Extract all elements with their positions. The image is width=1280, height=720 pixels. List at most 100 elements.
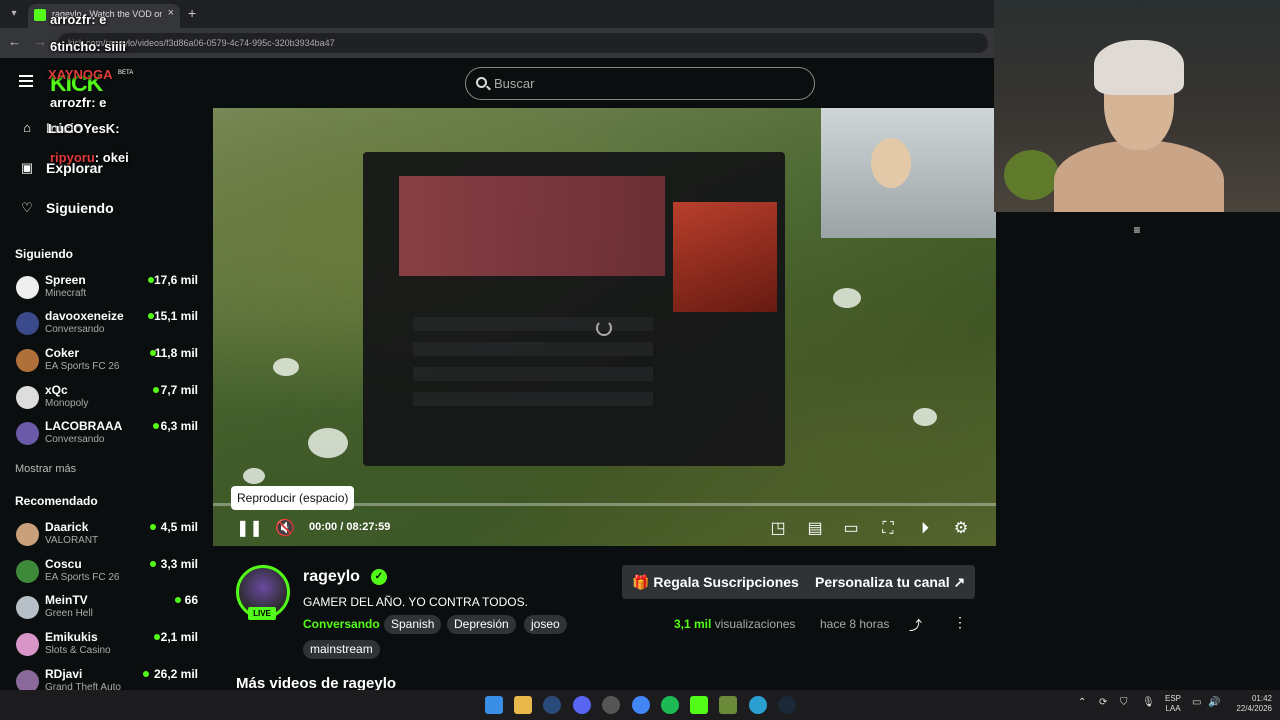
channel-category: Green Hell: [45, 608, 93, 619]
chat-text: e: [99, 12, 107, 27]
screen-row: [413, 317, 653, 331]
url-field[interactable]: kick.com/rageylo/videos/f3d86a06-0579-4c…: [58, 33, 988, 53]
following-channel[interactable]: Spreen Minecraft 17,6 mil: [0, 272, 213, 308]
tag-chip[interactable]: Spanish: [384, 615, 442, 634]
more-options-icon[interactable]: ⋮: [953, 614, 967, 631]
tag-chip[interactable]: Depresión: [447, 615, 516, 634]
customize-channel-label: Personaliza tu canal: [815, 574, 950, 590]
tray-mic-icon[interactable]: 🎙: [1142, 697, 1155, 708]
tab-list-icon[interactable]: ▾: [6, 6, 22, 22]
steam-alt-icon[interactable]: [778, 696, 796, 714]
clip-icon[interactable]: ▤: [803, 517, 827, 541]
viewer-count: 17,6 mil: [153, 273, 198, 287]
recommended-channel[interactable]: Coscu EA Sports FC 26 3,3 mil: [0, 556, 213, 592]
gift-subs-button[interactable]: 🎁 Regala Suscripciones: [622, 565, 809, 599]
avatar: [16, 523, 39, 546]
close-tab-icon[interactable]: ×: [168, 7, 174, 19]
channel-name: Coscu: [45, 557, 82, 571]
channel-category: Monopoly: [45, 398, 89, 409]
system-clock[interactable]: 01:42 22/4/2026: [1228, 694, 1272, 714]
tray-chevron-icon[interactable]: ⌃: [1078, 697, 1086, 708]
channel-name: Daarick: [45, 520, 89, 534]
recommended-channel[interactable]: Emikukis Slots & Casino 2,1 mil: [0, 629, 213, 665]
kick-app-icon[interactable]: [690, 696, 708, 714]
back-icon[interactable]: ←: [8, 34, 21, 49]
tag-chip[interactable]: joseo: [524, 615, 567, 634]
avatar: [16, 422, 39, 445]
home-icon: ⌂: [23, 120, 31, 135]
pause-icon[interactable]: ❚❚: [236, 517, 263, 541]
live-dot-icon: [153, 423, 159, 429]
tray-network-icon[interactable]: ▭: [1192, 697, 1201, 708]
following-section-title: Siguiendo: [15, 247, 73, 261]
chat-message: ripyoru: okei: [50, 150, 129, 165]
search-input[interactable]: [494, 68, 804, 99]
new-tab-icon[interactable]: +: [188, 5, 196, 21]
recommended-channel[interactable]: Daarick VALORANT 4,5 mil: [0, 519, 213, 555]
steam-icon[interactable]: [543, 696, 561, 714]
forward-icon[interactable]: →: [34, 34, 47, 49]
muted-icon[interactable]: 🔇: [273, 517, 297, 541]
external-link-icon: ↗: [953, 574, 966, 590]
expand-chat-icon[interactable]: ≡: [1130, 224, 1144, 236]
settings-gear-icon[interactable]: ⚙: [949, 517, 973, 541]
viewer-count: 15,1 mil: [153, 309, 198, 323]
category-link[interactable]: Conversando: [303, 617, 380, 631]
loading-spinner-icon: [596, 320, 612, 336]
video-player[interactable]: Reproducir (espacio) ❚❚ 🔇 00:00 / 08:27:…: [213, 108, 996, 546]
webcam-overlay: [994, 0, 1280, 212]
tray-sync-icon[interactable]: ⟳: [1099, 697, 1107, 708]
recommended-channel[interactable]: RDjavi Grand Theft Auto 26,2 mil: [0, 666, 213, 690]
playback-speed-icon[interactable]: ⏵: [913, 517, 937, 541]
live-dot-icon: [175, 597, 181, 603]
chat-text: siiii: [104, 39, 126, 54]
streamer-name[interactable]: rageylo: [303, 568, 360, 586]
lang-top: ESP: [1165, 694, 1182, 703]
app-c-icon[interactable]: [749, 696, 767, 714]
chat-message: LuCOYesK:: [48, 121, 120, 136]
time-display: 00:00 / 08:27:59: [309, 521, 390, 533]
chat-user: arrozfr: [50, 95, 92, 110]
screen-artwork: [673, 202, 777, 312]
menu-icon[interactable]: [19, 75, 33, 87]
viewer-count: 7,7 mil: [160, 383, 198, 397]
theater-mode-icon[interactable]: ▭: [839, 517, 863, 541]
following-channel[interactable]: xQc Monopoly 7,7 mil: [0, 382, 213, 418]
spotify-icon[interactable]: [661, 696, 679, 714]
kick-favicon-icon: [34, 9, 46, 21]
recommended-channel[interactable]: MeinTV Green Hell 66: [0, 592, 213, 628]
share-icon[interactable]: ⤴: [909, 615, 922, 634]
channel-name: davooxeneize: [45, 309, 124, 323]
following-channel[interactable]: davooxeneize Conversando 15,1 mil: [0, 308, 213, 344]
fullscreen-icon[interactable]: ⛶: [876, 517, 900, 541]
player-controls: ❚❚ 🔇 00:00 / 08:27:59 ◳ ▤ ▭ ⛶ ⏵ ⚙: [213, 512, 996, 546]
flower-decoration: [243, 468, 265, 484]
tray-shield-icon[interactable]: ⛉: [1120, 697, 1128, 708]
show-more-link[interactable]: Mostrar más: [15, 463, 76, 475]
obs-icon[interactable]: [602, 696, 620, 714]
facecam-person: [871, 138, 911, 188]
language-indicator[interactable]: ESP LAA: [1165, 694, 1181, 714]
chat-panel: ≡: [996, 212, 1280, 690]
screen-row: [413, 367, 653, 381]
tag-chip[interactable]: mainstream: [303, 640, 380, 659]
channel-name: Emikukis: [45, 630, 98, 644]
file-explorer-icon[interactable]: [514, 696, 532, 714]
following-channel[interactable]: Coker EA Sports FC 26 11,8 mil: [0, 345, 213, 381]
minecraft-icon[interactable]: [719, 696, 737, 714]
chrome-icon[interactable]: [632, 696, 650, 714]
views-label: visualizaciones: [714, 617, 796, 631]
start-windows-icon[interactable]: [485, 696, 503, 714]
customize-channel-button[interactable]: Personaliza tu canal ↗: [805, 565, 976, 599]
channel-category: Slots & Casino: [45, 645, 111, 656]
recommended-section-title: Recomendado: [15, 494, 98, 508]
following-channel[interactable]: LACOBRAAA Conversando 6,3 mil: [0, 418, 213, 454]
heart-icon: ♡: [21, 200, 33, 215]
nav-item-following[interactable]: ♡ Siguiendo: [0, 193, 213, 223]
channel-category: Conversando: [45, 324, 105, 335]
search-box[interactable]: [465, 67, 815, 100]
progress-bar[interactable]: [213, 503, 996, 506]
miniplayer-icon[interactable]: ◳: [766, 517, 790, 541]
tray-volume-icon[interactable]: 🔊: [1208, 697, 1220, 708]
discord-icon[interactable]: [573, 696, 591, 714]
